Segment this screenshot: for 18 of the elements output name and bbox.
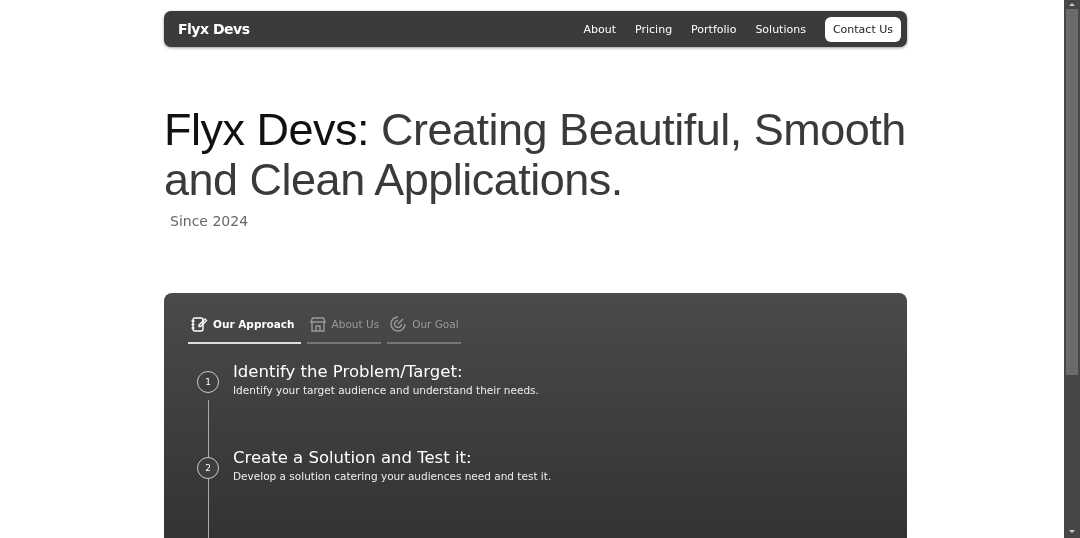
nav-link[interactable]: Portfolio (691, 22, 737, 36)
step-number: 1 (197, 371, 219, 393)
since-text: Since 2024 (170, 213, 250, 229)
brand-logo[interactable]: Flyx Devs (178, 21, 584, 37)
nav-link[interactable]: Pricing (635, 22, 673, 36)
notebook-icon (190, 315, 208, 333)
nav-link[interactable]: About (583, 22, 617, 36)
step-title: Identify the Problem/Target: (233, 362, 464, 381)
step-number: 2 (197, 457, 219, 479)
nav-link[interactable]: Solutions (755, 22, 806, 36)
store-icon (308, 315, 327, 333)
step-description: Identify your target audience and understand their needs. (233, 384, 539, 396)
hero-headline: Flyx Devs: Creating Beautiful, Smooth and Clean Applications. (164, 105, 907, 205)
target-icon (389, 315, 408, 333)
step-description: Develop a solution catering your audiences need and test it. (233, 470, 552, 482)
contact-button[interactable]: Contact Us (824, 16, 901, 42)
step-title: Create a Solution and Test it: (233, 448, 473, 467)
tab[interactable]: Our Approach (188, 313, 301, 344)
